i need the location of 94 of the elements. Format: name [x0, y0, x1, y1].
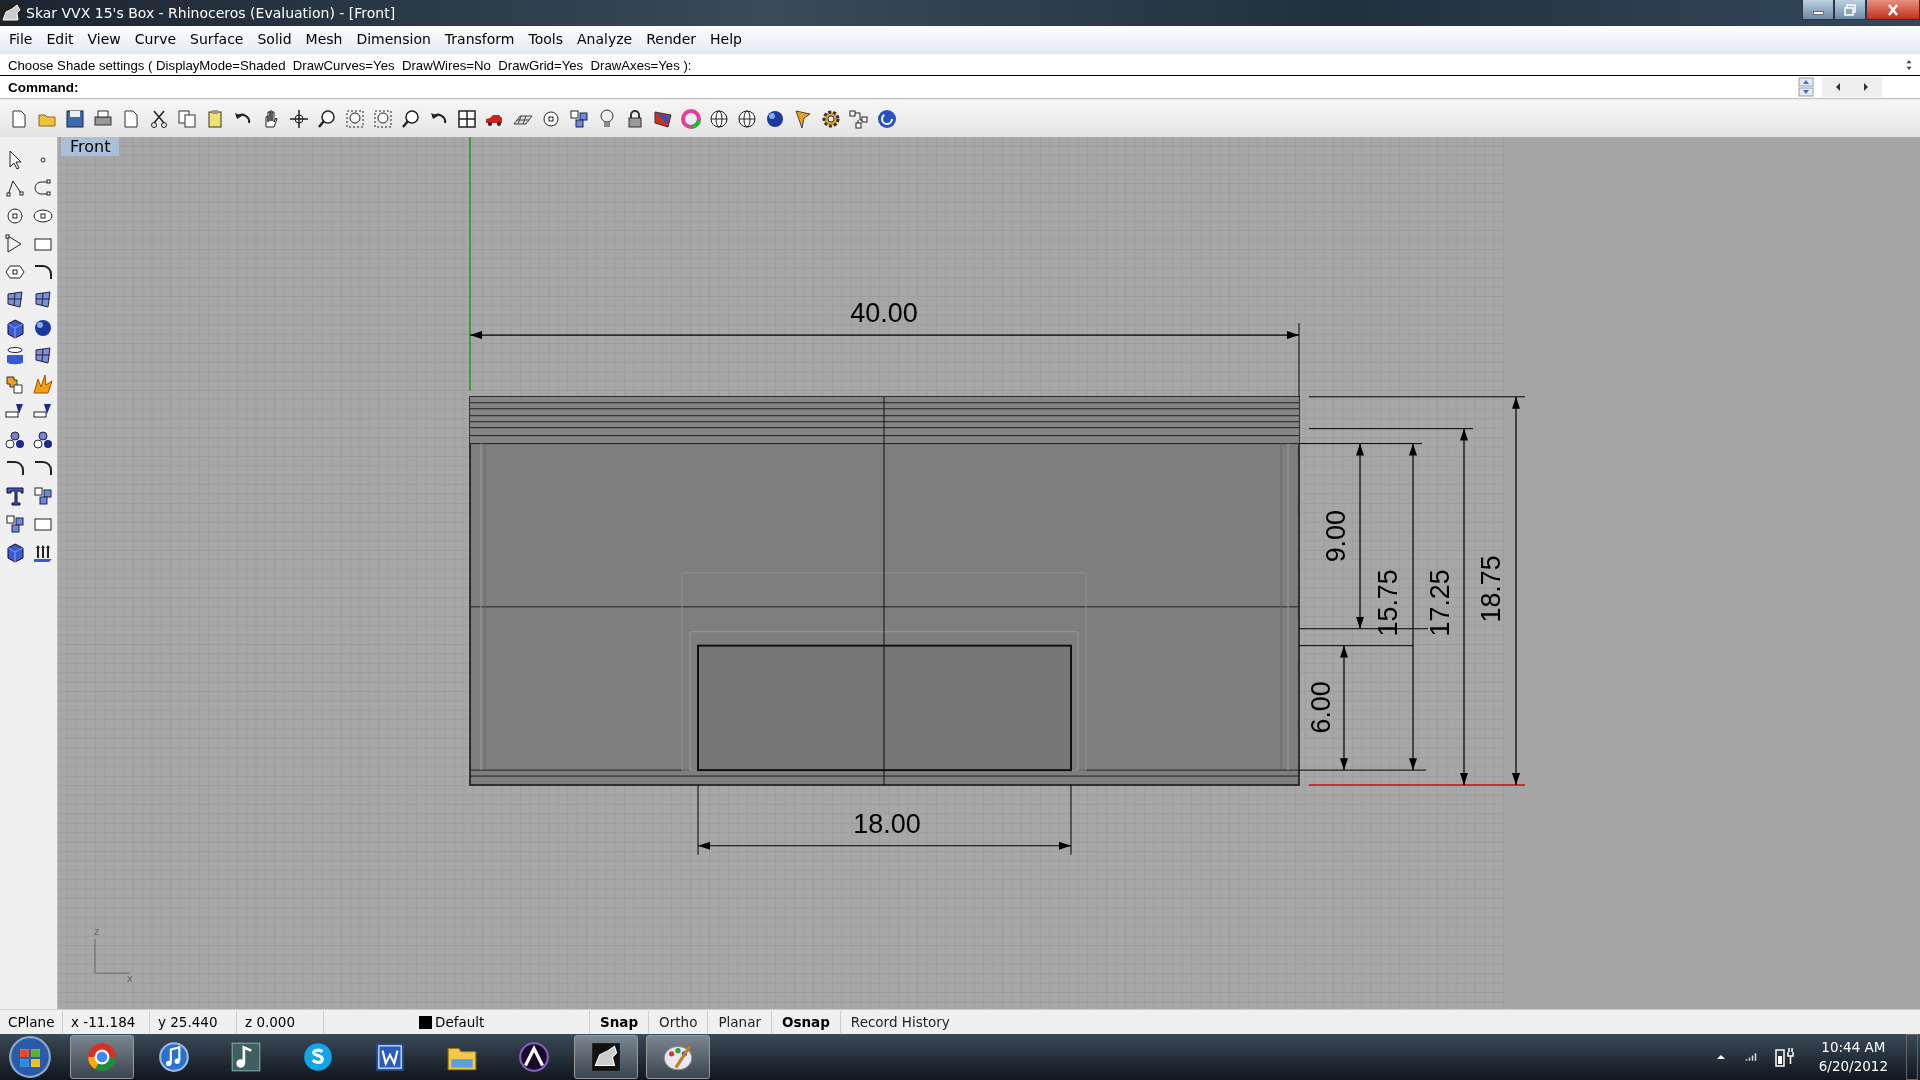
music-note-icon [229, 1040, 263, 1074]
signal-bars-icon[interactable] [1744, 1051, 1757, 1063]
music-disc-icon [157, 1040, 191, 1074]
dimension-value: 18.75 [1475, 555, 1506, 623]
puzzle-icon[interactable] [4, 373, 26, 395]
zoom-extents-icon[interactable] [372, 108, 394, 130]
save-icon[interactable] [64, 108, 86, 130]
grid-sphere-icon[interactable] [736, 108, 758, 130]
diagram-icon[interactable] [848, 108, 870, 130]
move-icon[interactable] [288, 108, 310, 130]
dimension-value: 17.25 [1424, 569, 1455, 637]
rhino-icon [589, 1040, 623, 1074]
menu-item[interactable]: View [80, 31, 128, 47]
cut-icon[interactable] [148, 108, 170, 130]
start-button[interactable] [8, 1035, 52, 1079]
dimension-value: 40.00 [850, 298, 918, 329]
color-wheel-icon[interactable] [680, 108, 702, 130]
axis-indicator-icon [94, 938, 130, 974]
show-desktop-button[interactable] [1906, 1034, 1918, 1080]
taskbar-button[interactable] [574, 1035, 638, 1079]
status-cplane: CPlane [0, 1011, 63, 1033]
layer-name[interactable]: Default [435, 1014, 485, 1030]
command-history-text: Choose Shade settings ( DisplayMode=Shaded DrawCurves=Yes DrawWires=No DrawGrid=Yes DrawAxes=Yes ): [8, 57, 692, 73]
status-toggle[interactable]: Osnap [770, 1011, 840, 1033]
ball-icon[interactable] [764, 108, 786, 130]
surface-icon[interactable] [4, 289, 26, 311]
sphere-wire-icon[interactable] [708, 108, 730, 130]
left-right-arrows-icon[interactable] [1822, 77, 1882, 97]
zoom-target-icon[interactable] [400, 108, 422, 130]
minimize-button[interactable] [1802, 0, 1834, 20]
chat-icon [301, 1040, 335, 1074]
circle-icon[interactable] [4, 205, 26, 227]
menu-item[interactable]: Analyze [570, 31, 640, 47]
menu-item[interactable]: Help [703, 31, 749, 47]
menu-item[interactable]: Dimension [349, 31, 438, 47]
status-z-coordinate: z 0.000 [237, 1011, 324, 1033]
menu-item[interactable]: Render [639, 31, 703, 47]
squares-icon[interactable] [4, 513, 26, 535]
status-toggle[interactable]: Snap [589, 1011, 649, 1033]
status-x-coordinate: x -11.184 [63, 1011, 150, 1033]
battery-plug-icon[interactable] [1774, 1046, 1795, 1068]
dimension-value: 6.00 [1305, 681, 1336, 734]
mesh-icon[interactable] [32, 345, 54, 367]
solid-box-icon[interactable] [4, 541, 26, 563]
taskbar-button[interactable] [70, 1035, 134, 1079]
window-title: Skar VVX 15's Box - Rhinoceros (Evaluation) - [Front] [26, 5, 396, 21]
menu-item[interactable]: Transform [437, 31, 522, 47]
gear-icon[interactable] [820, 108, 842, 130]
copy-icon[interactable] [176, 108, 198, 130]
menu-item[interactable]: Tools [521, 31, 570, 47]
status-toggle[interactable]: Ortho [648, 1011, 708, 1033]
curve-icon[interactable] [32, 177, 54, 199]
menu-item[interactable]: Surface [183, 31, 251, 47]
viewport-tab[interactable]: Front [61, 137, 120, 156]
zoom-icon[interactable] [316, 108, 338, 130]
rhino-icon [2, 3, 22, 23]
menu-item[interactable]: Solid [250, 31, 299, 47]
cube-icon[interactable] [4, 317, 26, 339]
axis-label: x [127, 972, 133, 985]
menu-item[interactable]: Edit [39, 31, 81, 47]
dimension-value: 18.00 [853, 808, 921, 839]
squares-icon[interactable] [568, 108, 590, 130]
browser-icon [85, 1040, 119, 1074]
extension-line [1070, 784, 1072, 856]
clock-date[interactable]: 6/20/2012 [1818, 1057, 1888, 1076]
menu-item[interactable]: Curve [127, 31, 184, 47]
menu-item[interactable]: Mesh [298, 31, 350, 47]
text-icon[interactable] [4, 485, 26, 507]
grid-icon[interactable] [456, 108, 478, 130]
clock-time[interactable]: 10:44 AM [1821, 1038, 1886, 1057]
spin-arrows-icon[interactable] [1798, 77, 1814, 97]
extension-line [697, 784, 699, 856]
zoom-window-icon[interactable] [344, 108, 366, 130]
minimize-icon [1812, 10, 1824, 15]
circles-icon[interactable] [4, 429, 26, 451]
menu-item[interactable]: File [2, 31, 40, 47]
close-button[interactable] [1866, 0, 1920, 20]
maximize-button[interactable] [1834, 0, 1866, 20]
shield-icon[interactable] [652, 108, 674, 130]
command-label: Command: [8, 79, 79, 95]
taskbar-button[interactable] [646, 1035, 710, 1079]
burst-icon[interactable] [32, 373, 54, 395]
cylinder-icon[interactable] [4, 345, 26, 367]
axis-label: z [94, 925, 100, 938]
spheres-icon[interactable] [32, 317, 54, 339]
surface-icon[interactable] [32, 289, 54, 311]
status-toggle[interactable]: Planar [707, 1011, 771, 1033]
triangle-circle-icon [517, 1040, 551, 1074]
status-toggle[interactable]: Record History [839, 1011, 960, 1033]
document-icon [373, 1040, 407, 1074]
circle-point-icon[interactable] [540, 108, 562, 130]
dimension-value: 15.75 [1372, 569, 1403, 637]
status-y-coordinate: y 25.440 [150, 1011, 237, 1033]
dimension-value: 9.00 [1320, 510, 1351, 563]
